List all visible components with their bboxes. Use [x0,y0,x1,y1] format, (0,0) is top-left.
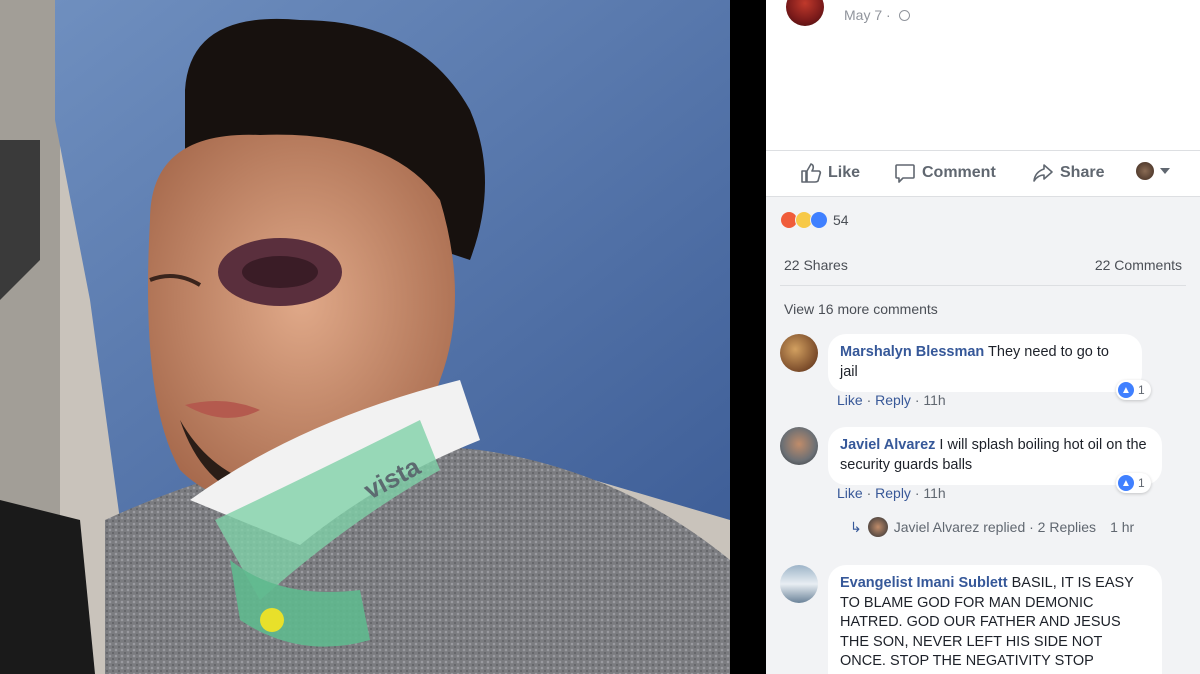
view-more-comments-link[interactable]: View 16 more comments [784,301,938,317]
comment-bubble: Javiel Alvarez I will splash boiling hot… [828,427,1162,485]
commenter-name[interactable]: Evangelist Imani Sublett [840,575,1008,591]
thumbs-up-icon: ▲ [1118,382,1134,398]
comment-meta: Like · Reply · 11h [837,392,946,408]
comment-label: Comment [922,164,996,181]
comment-meta: Like · Reply · 11h [837,485,946,501]
page-avatar-icon [1136,162,1154,180]
thumbs-up-icon: ▲ [1118,475,1134,491]
thumbs-up-icon [801,163,822,183]
share-icon [1033,164,1053,182]
separator: · [886,7,891,23]
comment-time[interactable]: 11h [923,485,945,501]
commenter-name[interactable]: Marshalyn Blessman [840,344,984,360]
post-actions: Like Comment Share [766,150,1200,197]
comment-icon [895,164,915,183]
commenter-avatar[interactable] [780,565,818,603]
commenter-avatar[interactable] [780,334,818,372]
comment-item: Javiel Alvarez I will splash boiling hot… [780,427,1190,547]
post-as-selector[interactable] [1136,162,1170,180]
comment-like-link[interactable]: Like [837,485,863,501]
reaction-count: 54 [833,212,849,228]
post-date: May 7 [844,7,883,23]
comment-item: Evangelist Imani Sublett BASIL, IT IS EA… [780,565,1190,674]
comment-like-count: 1 [1138,383,1145,397]
comment-reply-link[interactable]: Reply [875,485,911,501]
comment-like-link[interactable]: Like [837,392,863,408]
feedback-section: 54 22 Shares 22 Comments View 16 more co… [766,196,1200,674]
like-reaction-icon [810,211,828,229]
globe-icon [898,10,910,21]
comment-bubble: Marshalyn Blessman They need to go to ja… [828,334,1142,392]
comments-count[interactable]: 22 Comments [1095,257,1182,273]
share-label: Share [1060,164,1105,181]
post-sidebar: May 7 · Like Comment Share 54 22 Shares … [766,0,1200,674]
comment-like-count: 1 [1138,476,1145,490]
post-header: May 7 · [766,0,1200,150]
comment-button[interactable]: Comment [894,162,996,184]
comment-time[interactable]: 11h [923,392,945,408]
comment-like-badge[interactable]: ▲ 1 [1116,473,1151,493]
post-photo[interactable]: vista [0,0,730,674]
comment-reply-link[interactable]: Reply [875,392,911,408]
commenter-name[interactable]: Javiel Alvarez [840,437,935,453]
comment-item: Marshalyn Blessman They need to go to ja… [780,334,1190,414]
replies-summary[interactable]: ↳ Javiel Alvarez replied · 2 Replies 1 h… [850,517,1134,537]
post-timestamp[interactable]: May 7 · [844,7,910,23]
reply-arrow-icon: ↳ [850,518,862,535]
replies-time: 1 hr [1110,519,1135,535]
like-button[interactable]: Like [800,162,860,184]
commenter-avatar[interactable] [780,427,818,465]
author-avatar[interactable] [786,0,824,26]
like-label: Like [828,164,861,181]
comment-like-badge[interactable]: ▲ 1 [1116,380,1151,400]
shares-count[interactable]: 22 Shares [784,257,848,273]
reactions-summary[interactable]: 54 [780,211,849,229]
share-button[interactable]: Share [1032,162,1104,184]
engagement-counts: 22 Shares 22 Comments [784,257,1182,273]
comment-bubble: Evangelist Imani Sublett BASIL, IT IS EA… [828,565,1162,674]
replier-avatar [867,517,888,537]
chevron-down-icon [1160,168,1170,174]
divider [780,285,1186,286]
replies-text: Javiel Alvarez replied · 2 Replies [893,519,1097,535]
photo-viewer: vista [0,0,766,674]
